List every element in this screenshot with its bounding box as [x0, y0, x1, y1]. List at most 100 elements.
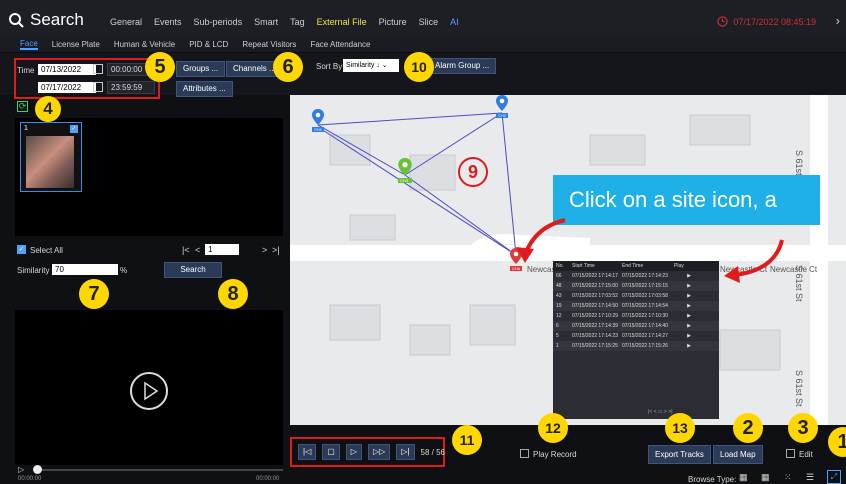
play-record-checkbox[interactable] [520, 449, 529, 458]
table-row[interactable]: 5 07/15/2022 17:14:23 07/15/2022 17:14:27 ▶ [553, 331, 719, 341]
play-row-icon[interactable]: ▶ [674, 281, 704, 291]
subtab-face-attendance[interactable]: Face Attendance [310, 40, 370, 49]
start-date-field[interactable]: 07/13/2022 [38, 64, 96, 75]
first-page-icon[interactable]: |< [182, 245, 190, 255]
track-count: 58 / 56 [420, 447, 445, 457]
table-row[interactable]: 48 07/15/2022 17:15:00 07/15/2022 17:15:15… [553, 281, 719, 291]
face-result-card[interactable]: 1 ✓ [20, 122, 82, 192]
search-button[interactable]: Search [164, 262, 222, 278]
fast-forward-icon[interactable]: ▷▷ [367, 444, 391, 460]
play-row-icon[interactable]: ▶ [674, 321, 704, 331]
end-time-field[interactable]: 23:59:59 [107, 81, 155, 94]
table-row[interactable]: 43 07/15/2022 17:03:52 07/15/2022 17:03:58… [553, 291, 719, 301]
sort-label: Sort By [316, 62, 343, 71]
subtabs: Face License Plate Human & Vehicle PID &… [0, 37, 846, 52]
seek-handle[interactable] [33, 465, 42, 474]
tab-picture[interactable]: Picture [379, 17, 407, 27]
seek-bar[interactable] [38, 469, 283, 471]
card-checkbox[interactable]: ✓ [70, 125, 78, 133]
calendar-icon[interactable] [93, 64, 103, 74]
play-row-icon[interactable]: ▶ [674, 331, 704, 341]
thumbnail-view-icon[interactable]: ⁙ [784, 472, 792, 483]
table-cell: 07/15/2022 17:14:40 [622, 323, 668, 329]
table-cell: 19 [556, 303, 562, 309]
annotation-arrow [516, 218, 566, 263]
page-input[interactable]: 1 [205, 244, 239, 255]
table-cell: 6 [556, 323, 559, 329]
refresh-icon[interactable]: ⟳ [17, 101, 28, 112]
alarm-group-button[interactable]: Alarm Group ... [428, 58, 497, 74]
attributes-button[interactable]: Attributes ... [176, 81, 233, 97]
tab-sub-periods[interactable]: Sub-periods [194, 17, 243, 27]
table-cell: 07/15/2022 17:15:26 [622, 343, 668, 349]
play-row-icon[interactable]: ▶ [674, 311, 704, 321]
badge-11: 11 [452, 425, 482, 455]
tab-external-file[interactable]: External File [317, 17, 367, 27]
table-cell: 07/15/2022 17:15:25 [572, 343, 618, 349]
table-row[interactable]: 1 07/15/2022 17:15:25 07/15/2022 17:15:26 ▶ [553, 341, 719, 351]
map-view-icon[interactable]: ⤢ [827, 470, 841, 484]
main-tabs: General Events Sub-periods Smart Tag Ext… [110, 17, 459, 27]
map-pin-ch3[interactable]: CH3 [398, 158, 412, 183]
groups-button[interactable]: Groups ... [176, 61, 226, 77]
player-play-icon[interactable]: ▷ [18, 465, 24, 474]
select-all-checkbox[interactable]: ✓ [17, 245, 26, 254]
play-row-icon[interactable]: ▶ [674, 291, 704, 301]
next-page-icon[interactable]: > [262, 245, 267, 255]
tab-general[interactable]: General [110, 17, 142, 27]
player-time-start: 00:00:00 [18, 476, 42, 482]
browse-type-label: Browse Type: [688, 475, 737, 484]
similarity-input[interactable]: 70 [52, 264, 118, 275]
skip-back-icon[interactable]: |◁ [298, 444, 317, 460]
percent-label: % [120, 266, 128, 275]
tab-smart[interactable]: Smart [254, 17, 278, 27]
badge-9: 9 [458, 157, 488, 187]
stop-icon[interactable]: ▢ [322, 444, 340, 460]
play-icon[interactable] [130, 372, 168, 410]
track-record-table: No. Start Time End Time Play 66 07/15/202… [553, 261, 719, 419]
badge-5: 5 [145, 52, 175, 82]
list-view-icon[interactable]: ☰ [806, 472, 814, 483]
calendar-icon[interactable] [93, 82, 103, 92]
export-tracks-button[interactable]: Export Tracks [648, 445, 711, 464]
map-pin-ch2[interactable]: CH2 [496, 95, 509, 118]
next-arrow-icon[interactable]: › [836, 13, 840, 28]
table-row[interactable]: 19 07/15/2022 17:14:50 07/15/2022 17:14:54… [553, 301, 719, 311]
subtab-repeat-visitors[interactable]: Repeat Visitors [242, 40, 296, 49]
play-row-icon[interactable]: ▶ [674, 271, 704, 281]
play-row-icon[interactable]: ▶ [674, 301, 704, 311]
column-header: End Time [622, 263, 644, 269]
badge-10: 10 [404, 52, 434, 82]
table-pagination[interactable]: |< < ▭ > >| [648, 409, 673, 415]
sort-select[interactable]: Similarity ↓ ⌄ [343, 59, 399, 72]
tab-slice[interactable]: Slice [419, 17, 439, 27]
subtab-human-vehicle[interactable]: Human & Vehicle [114, 40, 175, 49]
last-page-icon[interactable]: >| [272, 245, 280, 255]
table-header: No. Start Time End Time Play [553, 261, 719, 271]
grid-view-icon[interactable]: ▦ [739, 472, 748, 483]
table-row[interactable]: 12 07/15/2022 17:10:29 07/15/2022 17:10:30… [553, 311, 719, 321]
clock-icon [717, 16, 729, 27]
play-row-icon[interactable]: ▶ [674, 341, 704, 351]
map-pin-ch1[interactable]: CH1 [312, 109, 325, 132]
prev-page-icon[interactable]: < [195, 245, 200, 255]
clock-text: 07/17/2022 08:45:19 [733, 16, 816, 27]
column-header: Play [674, 263, 684, 269]
skip-forward-icon[interactable]: ▷| [396, 444, 415, 460]
subtab-pid-lcd[interactable]: PID & LCD [189, 40, 228, 49]
large-grid-icon[interactable]: ▦ [761, 472, 770, 483]
tab-events[interactable]: Events [154, 17, 182, 27]
table-row[interactable]: 66 07/15/2022 17:14:17 07/15/2022 17:14:23… [553, 271, 719, 281]
edit-checkbox[interactable] [786, 449, 795, 458]
tab-tag[interactable]: Tag [290, 17, 305, 27]
play-icon[interactable]: ▷ [345, 444, 362, 460]
pin-label: CH3 [398, 178, 412, 183]
avenue-label: S 61st St [794, 370, 804, 407]
page-title: Search [8, 10, 84, 30]
tab-ai[interactable]: AI [450, 17, 459, 27]
subtab-face[interactable]: Face [20, 39, 38, 50]
end-date-field[interactable]: 07/17/2022 [38, 82, 96, 93]
subtab-license-plate[interactable]: License Plate [52, 40, 100, 49]
load-map-button[interactable]: Load Map [713, 445, 763, 464]
table-row[interactable]: 6 07/15/2022 17:14:39 07/15/2022 17:14:40 ▶ [553, 321, 719, 331]
